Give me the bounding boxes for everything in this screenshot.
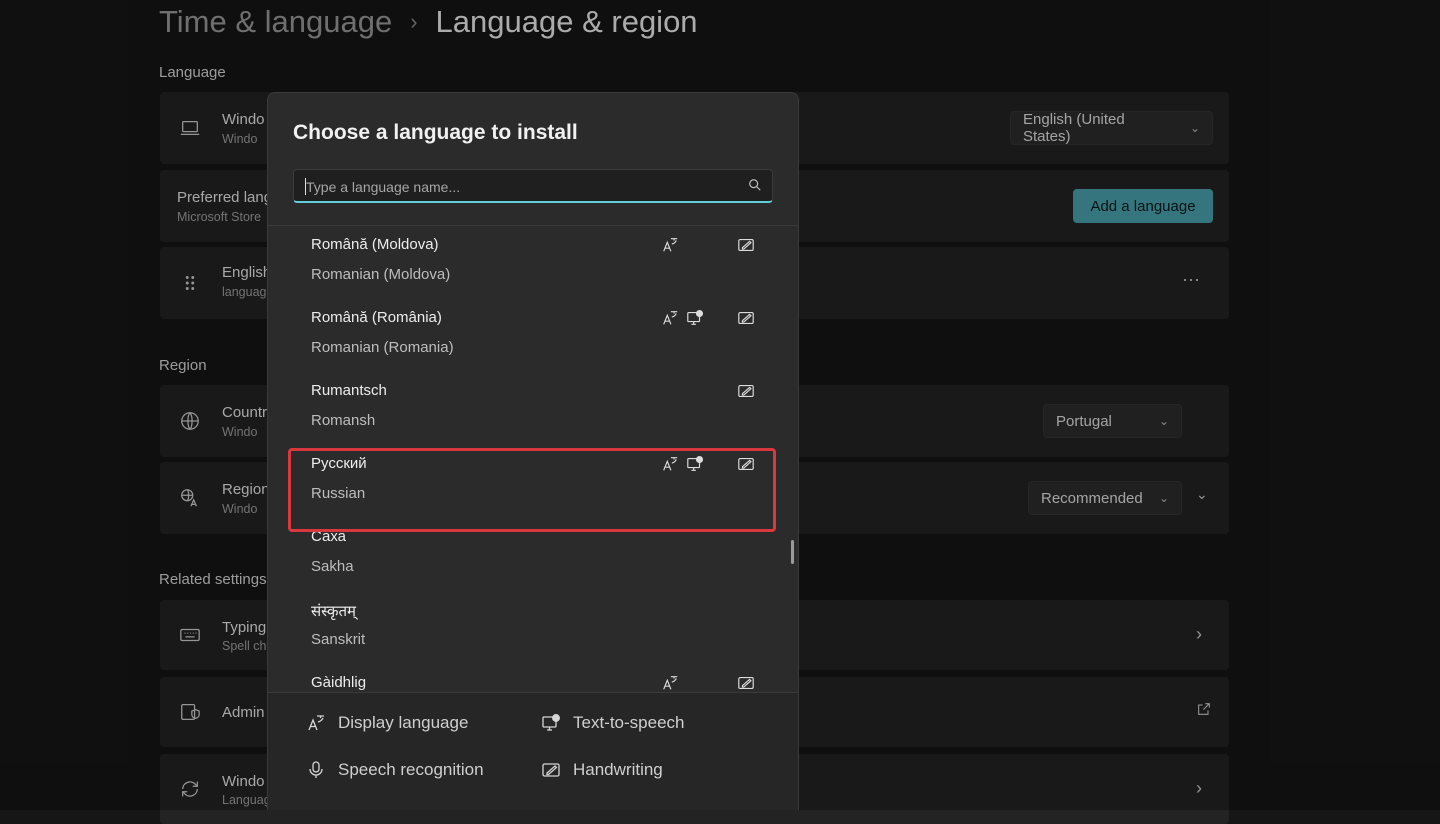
language-item-rumantsch[interactable]: Rumantsch Romansh bbox=[268, 372, 778, 445]
language-list[interactable]: Română (Moldova) Romanian (Moldova) Româ… bbox=[268, 226, 798, 692]
text-to-speech-icon bbox=[542, 714, 560, 731]
language-english-name: Sakha bbox=[311, 558, 354, 575]
language-item-gaidhlig[interactable]: Gàidhlig bbox=[268, 664, 778, 692]
handwriting-icon bbox=[737, 309, 757, 329]
display-language-icon bbox=[661, 309, 681, 329]
language-search-input[interactable] bbox=[304, 170, 738, 204]
text-caret bbox=[305, 178, 306, 195]
legend-handwriting: Handwriting bbox=[541, 760, 663, 780]
handwriting-icon bbox=[737, 674, 757, 692]
language-item-sanskrit[interactable]: संस्कृतम् Sanskrit bbox=[268, 591, 778, 664]
handwriting-icon bbox=[542, 763, 560, 777]
language-english-name: Romanian (Moldova) bbox=[311, 266, 451, 283]
legend-label: Speech recognition bbox=[338, 760, 484, 779]
feature-legend: Display language Text-to-speech Speech r… bbox=[268, 693, 798, 810]
dialog-title: Choose a language to install bbox=[293, 121, 578, 144]
display-language-icon bbox=[308, 715, 324, 731]
handwriting-icon bbox=[737, 382, 757, 402]
language-search-box[interactable] bbox=[293, 169, 773, 204]
language-native-name: Română (România) bbox=[311, 309, 442, 326]
legend-label: Handwriting bbox=[573, 760, 663, 779]
choose-language-dialog: Choose a language to install Română (Mol… bbox=[267, 92, 799, 810]
language-item-romana-moldova[interactable]: Română (Moldova) Romanian (Moldova) bbox=[268, 226, 778, 299]
handwriting-icon bbox=[737, 236, 757, 256]
microphone-icon bbox=[309, 761, 323, 778]
search-icon[interactable] bbox=[748, 178, 764, 194]
display-language-icon bbox=[661, 674, 681, 692]
language-item-romana-romania[interactable]: Română (România) Romanian (Romania) bbox=[268, 299, 778, 372]
language-english-name: Sanskrit bbox=[311, 631, 366, 648]
language-native-name: Română (Moldova) bbox=[311, 236, 439, 253]
language-native-name: संस्कृतम् bbox=[311, 602, 357, 620]
legend-speech-recognition: Speech recognition bbox=[306, 760, 484, 780]
legend-label: Text-to-speech bbox=[573, 713, 685, 732]
language-native-name: Rumantsch bbox=[311, 382, 387, 399]
legend-label: Display language bbox=[338, 713, 469, 732]
text-to-speech-icon bbox=[686, 309, 706, 329]
legend-text-to-speech: Text-to-speech bbox=[541, 713, 685, 733]
language-english-name: Romanian (Romania) bbox=[311, 339, 454, 356]
legend-display-language: Display language bbox=[306, 713, 468, 733]
russian-highlight-box bbox=[288, 448, 776, 532]
language-native-name: Gàidhlig bbox=[311, 674, 367, 691]
list-scrollbar[interactable] bbox=[791, 540, 794, 564]
language-english-name: Romansh bbox=[311, 412, 376, 429]
display-language-icon bbox=[661, 236, 681, 256]
